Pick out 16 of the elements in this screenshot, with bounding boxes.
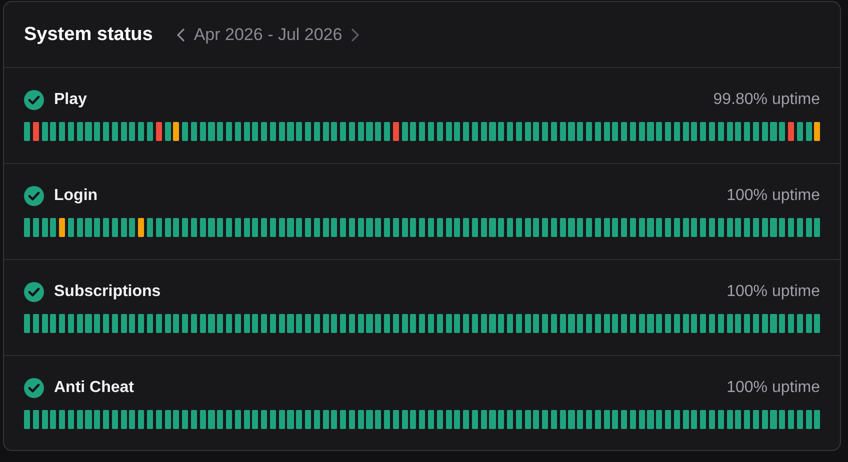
check-icon [24, 282, 44, 302]
uptime-label: 100% uptime [726, 379, 820, 397]
uptime-label: 100% uptime [726, 187, 820, 205]
previous-icon[interactable] [176, 28, 185, 42]
check-icon [24, 186, 44, 206]
check-icon [24, 378, 44, 398]
service-name: Subscriptions [54, 283, 161, 301]
service-name: Login [54, 187, 98, 205]
service-name: Anti Cheat [54, 379, 134, 397]
check-icon [24, 90, 44, 110]
date-range: Apr 2026 - Jul 2026 [194, 24, 342, 44]
card-title: System status [24, 24, 153, 46]
next-icon[interactable] [351, 28, 360, 42]
service-name: Play [54, 91, 87, 109]
uptime-label: 99.80% uptime [713, 91, 820, 109]
uptime-label: 100% uptime [726, 283, 820, 301]
